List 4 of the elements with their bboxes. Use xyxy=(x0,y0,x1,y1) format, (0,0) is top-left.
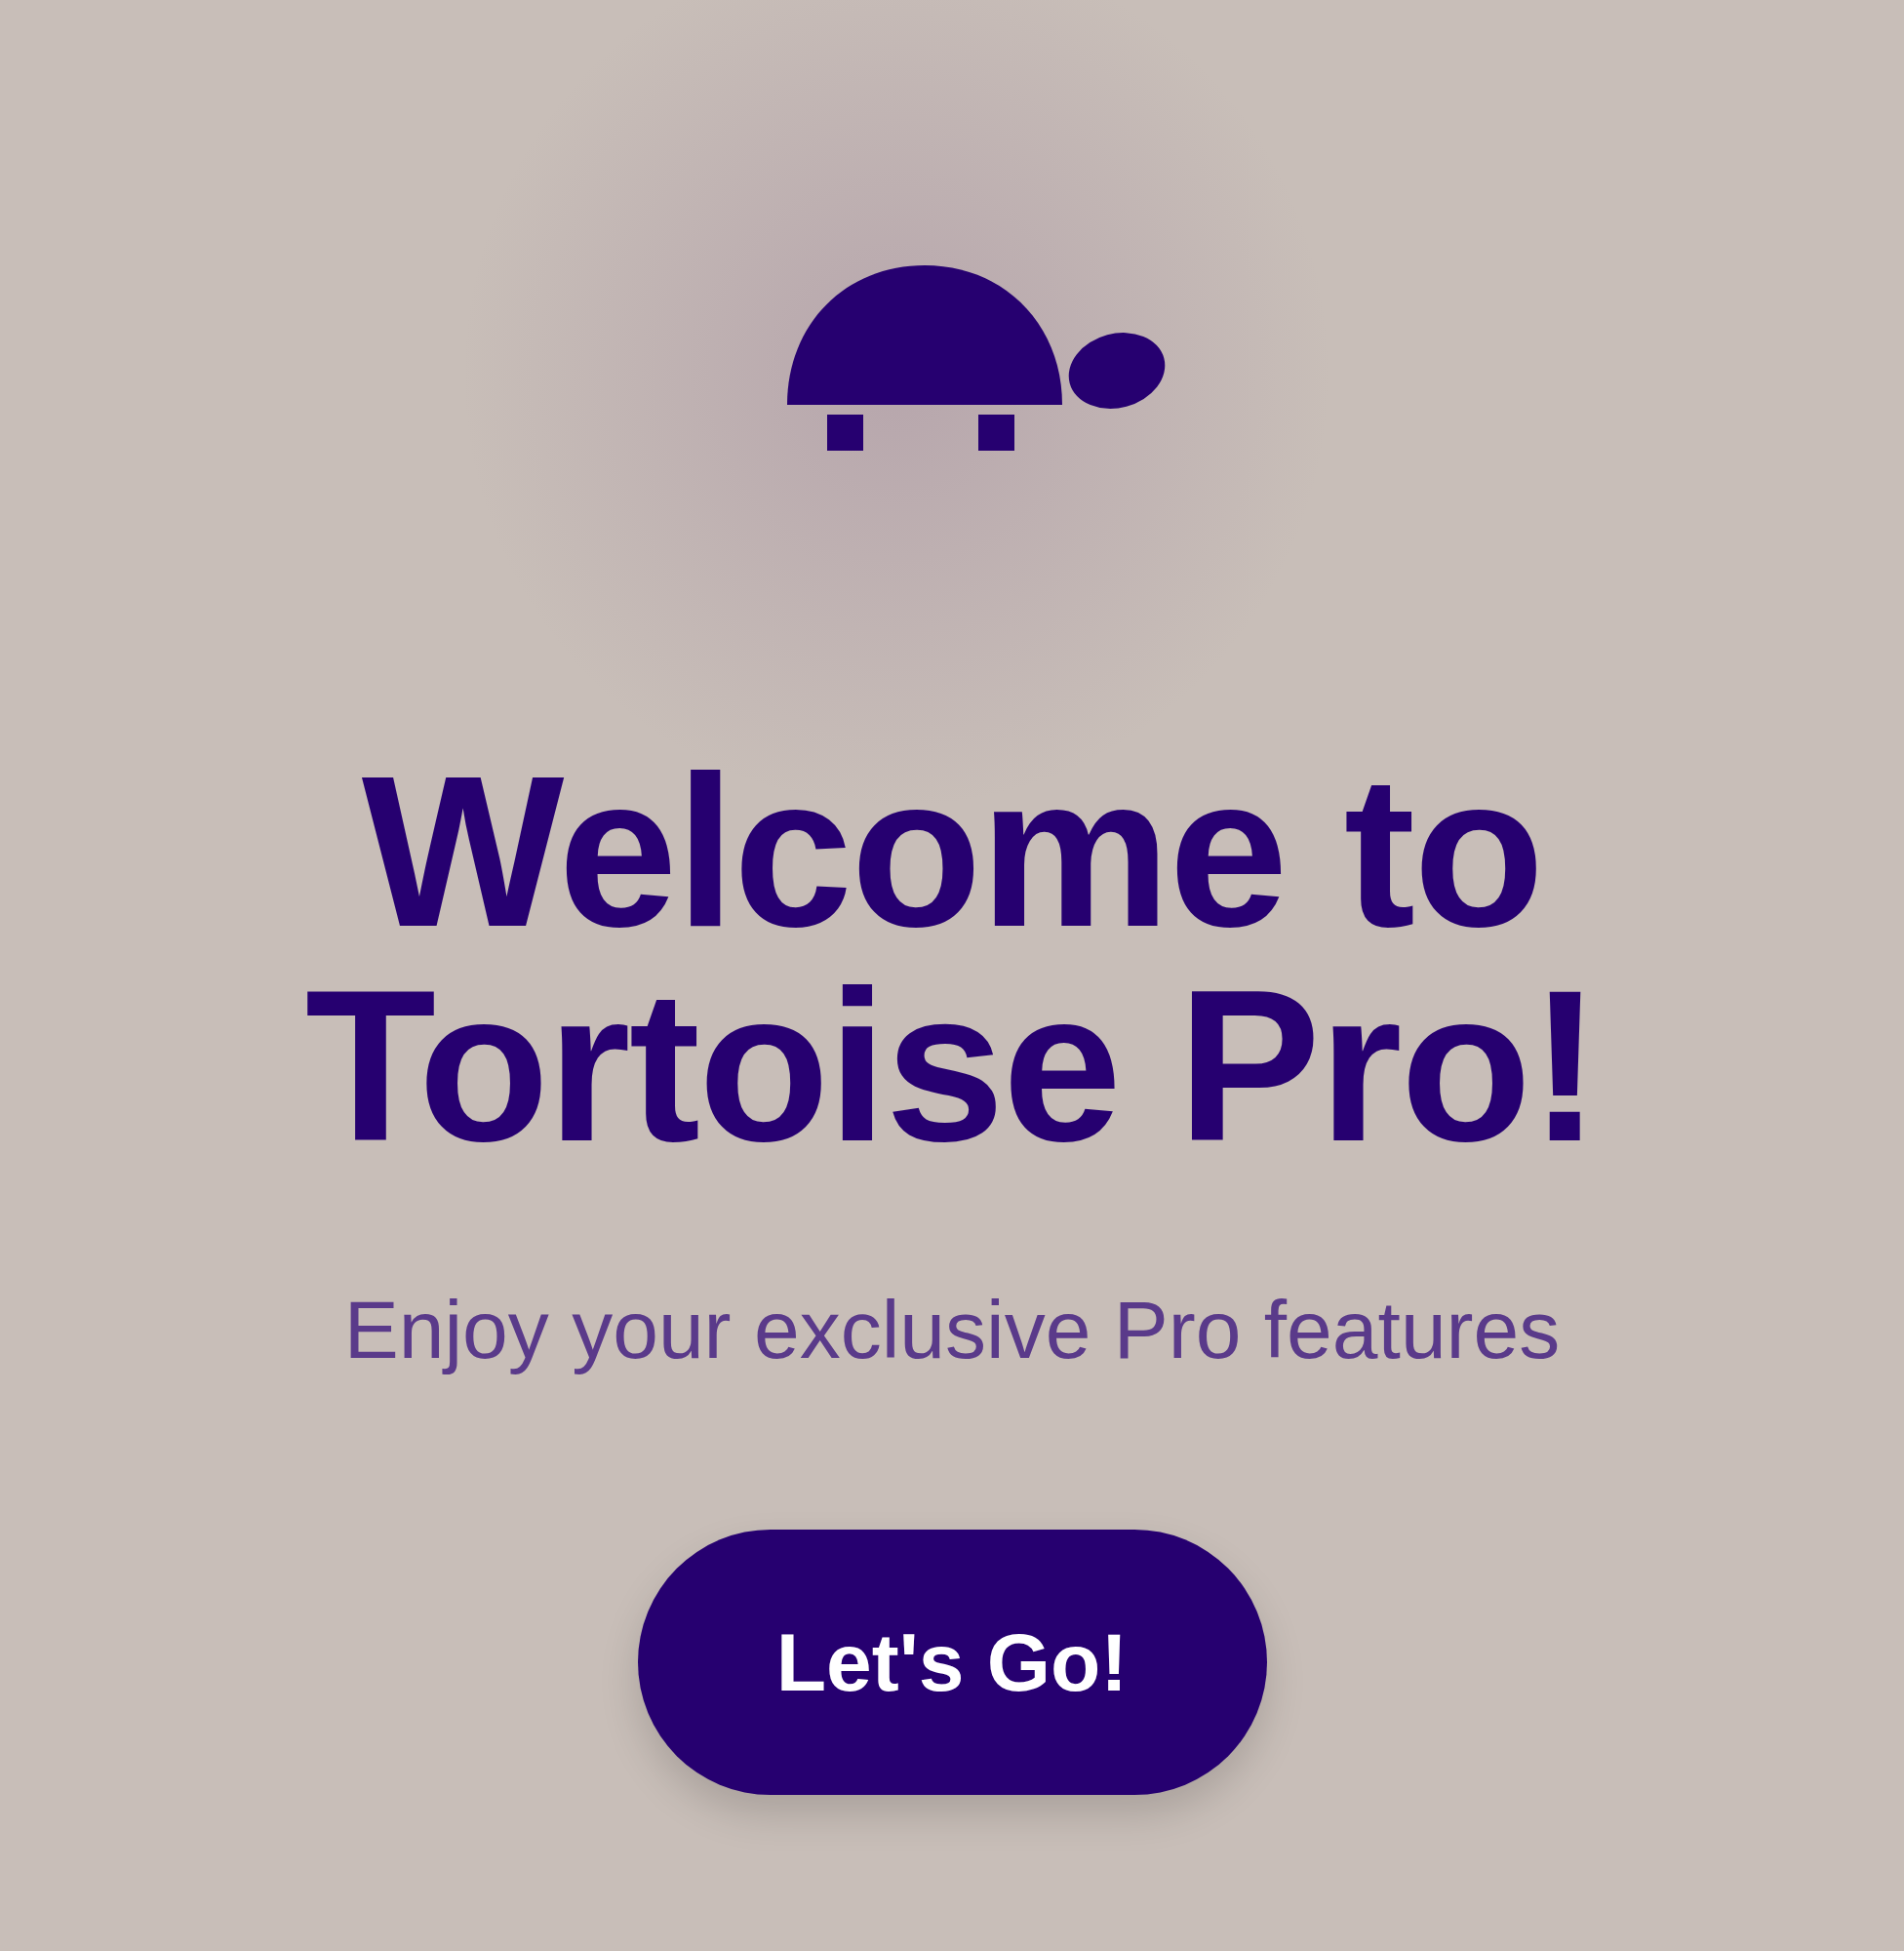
tortoise-icon xyxy=(787,265,1166,452)
welcome-title: Welcome to Tortoise Pro! xyxy=(303,744,1601,1174)
subtitle: Enjoy your exclusive Pro features xyxy=(343,1283,1561,1377)
lets-go-button[interactable]: Let's Go! xyxy=(637,1530,1267,1795)
